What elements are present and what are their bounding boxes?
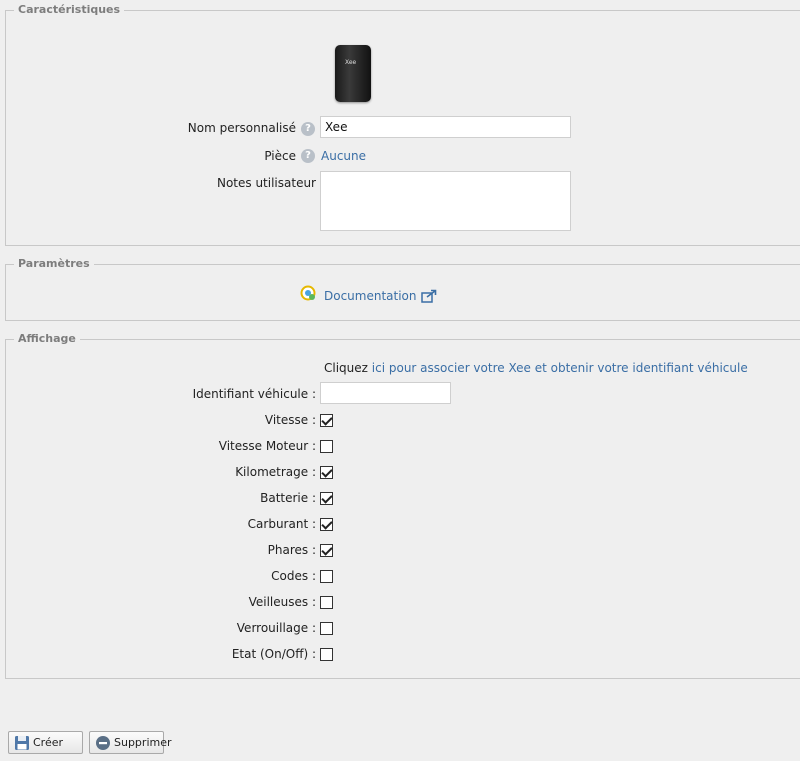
association-link[interactable]: ici pour associer votre Xee et obtenir v… — [372, 361, 748, 375]
option-checkbox-batterie[interactable] — [320, 492, 333, 505]
external-link-icon — [420, 289, 437, 303]
floppy-disk-icon — [14, 735, 30, 751]
custom-name-help-icon[interactable]: ? — [301, 122, 315, 136]
option-label: Carburant : — [247, 517, 316, 531]
option-checkbox-vitesse[interactable] — [320, 414, 333, 427]
option-checkbox-kilometrage[interactable] — [320, 466, 333, 479]
option-label: Codes : — [271, 569, 316, 583]
delete-button[interactable]: Supprimer — [89, 731, 172, 754]
plugin-badge-icon — [300, 285, 316, 301]
option-checkbox-veilleuses[interactable] — [320, 596, 333, 609]
create-button-label: Créer — [33, 736, 64, 749]
display-legend: Affichage — [14, 332, 80, 345]
option-checkbox-etat[interactable] — [320, 648, 333, 661]
association-info: Cliquez ici pour associer votre Xee et o… — [324, 361, 748, 375]
delete-button-label: Supprimer — [114, 736, 172, 749]
notes-textarea[interactable] — [320, 171, 571, 231]
notes-label: Notes utilisateur — [216, 176, 316, 190]
room-label: Pièce — [264, 149, 296, 163]
option-checkbox-codes[interactable] — [320, 570, 333, 583]
vehicle-id-label: Identifiant véhicule : — [192, 387, 316, 401]
option-checkbox-verrouillage[interactable] — [320, 622, 333, 635]
option-label: Phares : — [267, 543, 316, 557]
room-help-icon[interactable]: ? — [301, 149, 315, 163]
option-label: Verrouillage : — [236, 621, 316, 635]
option-label: Kilometrage : — [235, 465, 316, 479]
option-label: Vitesse : — [264, 413, 316, 427]
characteristics-legend: Caractéristiques — [14, 3, 125, 16]
vehicle-id-input[interactable] — [320, 382, 451, 404]
device-image: Xee — [335, 45, 371, 102]
option-label: Vitesse Moteur : — [218, 439, 316, 453]
association-info-prefix: Cliquez — [324, 361, 368, 375]
option-label: Veilleuses : — [248, 595, 316, 609]
room-link[interactable]: Aucune — [321, 149, 366, 163]
minus-circle-icon — [95, 735, 111, 751]
parameters-legend: Paramètres — [14, 257, 94, 270]
option-label: Etat (On/Off) : — [231, 647, 316, 661]
create-button[interactable]: Créer — [8, 731, 83, 754]
custom-name-input[interactable] — [320, 116, 571, 138]
option-checkbox-phares[interactable] — [320, 544, 333, 557]
documentation-link[interactable]: Documentation — [324, 289, 437, 303]
documentation-label: Documentation — [324, 289, 417, 303]
custom-name-label: Nom personnalisé — [187, 121, 296, 135]
option-label: Batterie : — [260, 491, 316, 505]
option-checkbox-carburant[interactable] — [320, 518, 333, 531]
device-image-brand: Xee — [345, 59, 357, 66]
option-checkbox-vitesse-moteur[interactable] — [320, 440, 333, 453]
